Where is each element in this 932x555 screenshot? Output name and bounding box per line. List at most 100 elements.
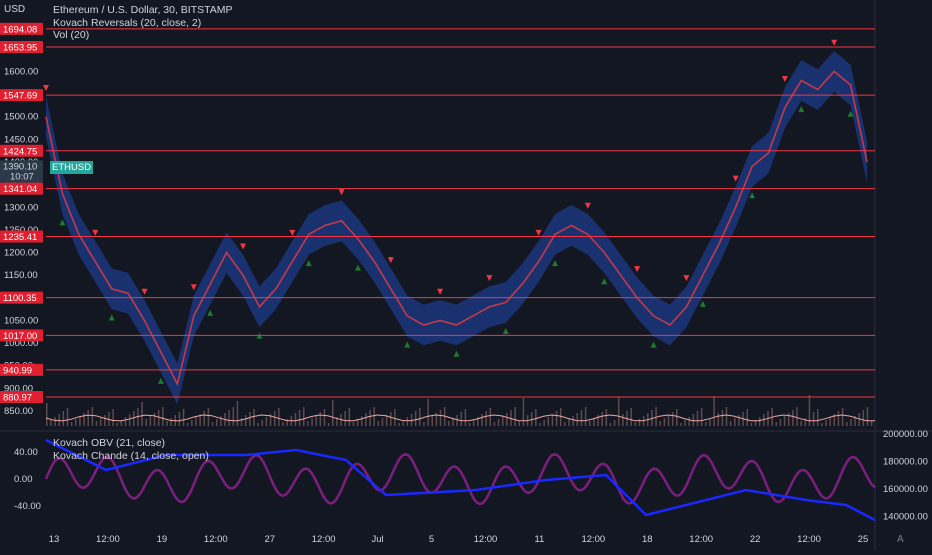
chart-canvas[interactable]: 1600.001550.001500.001450.001400.001350.…: [0, 0, 932, 550]
osc-left-tick: -40.00: [14, 501, 41, 512]
volume-bar: [812, 412, 815, 426]
level-label: 1653.95: [3, 43, 37, 54]
volume-bar: [485, 411, 487, 426]
volume-bar: [850, 419, 852, 426]
indicator-legend-volume[interactable]: Vol (20): [53, 29, 233, 42]
volume-bar: [825, 420, 827, 426]
volume-bar: [373, 407, 375, 426]
volume-bar: [750, 423, 753, 426]
x-tick-label: 13: [49, 534, 60, 545]
volume-bar: [319, 412, 322, 426]
volume-bar: [282, 422, 284, 426]
volume-bar: [302, 407, 305, 426]
volume-bar: [692, 414, 695, 426]
volume-bar: [381, 418, 384, 426]
x-tick-label: 12:00: [689, 534, 713, 545]
volume-bar: [439, 410, 442, 426]
volume-bar: [630, 408, 632, 426]
volume-bar: [377, 421, 380, 426]
volume-bar: [62, 411, 65, 426]
volume-bar: [862, 410, 865, 426]
volume-bar: [580, 410, 583, 426]
tradingview-chart[interactable]: 1600.001550.001500.001450.001400.001350.…: [0, 0, 932, 550]
volume-bar: [555, 411, 558, 426]
volume-bar: [870, 421, 873, 426]
volume-bar: [390, 412, 392, 426]
volume-bar: [87, 410, 89, 426]
volume-bar: [680, 423, 682, 426]
level-label: 940.99: [3, 365, 32, 376]
volume-bar: [220, 416, 222, 426]
volume-bar: [460, 412, 462, 426]
volume-bar: [564, 422, 566, 426]
volume-bar: [489, 408, 492, 426]
countdown-label: 10:07: [10, 171, 34, 182]
volume-bar: [58, 414, 60, 426]
volume-bar: [369, 410, 371, 426]
x-tick-label: 18: [642, 534, 653, 545]
indicator-legend-chande[interactable]: Kovach Chande (14, close, open): [53, 450, 209, 463]
volume-bar: [584, 407, 587, 426]
volume-bar: [448, 421, 450, 426]
volume-bar: [315, 415, 317, 426]
volume-bar: [456, 415, 458, 426]
volume-bar: [133, 411, 135, 426]
x-tick-label: 22: [750, 534, 761, 545]
volume-bar: [327, 423, 330, 426]
volume-bar: [104, 415, 106, 426]
volume-bar: [365, 413, 367, 426]
oscillator-legend: Kovach OBV (21, close) Kovach Chande (14…: [53, 437, 209, 462]
volume-bar: [414, 411, 417, 426]
volume-bar: [613, 420, 616, 426]
currency-label: USD: [4, 4, 26, 15]
volume-bar: [667, 415, 670, 426]
volume-bar: [746, 409, 749, 426]
y-tick-label: 1200.00: [4, 248, 38, 259]
volume-bar: [91, 407, 94, 426]
level-label: 1017.00: [3, 331, 37, 342]
volume-bar: [116, 423, 118, 426]
volume-bar: [352, 422, 355, 426]
volume-bar: [518, 421, 521, 426]
level-label: 1547.69: [3, 91, 37, 102]
volume-bar: [95, 421, 98, 426]
x-tick-label: 12:00: [204, 534, 228, 545]
volume-bar: [273, 411, 276, 426]
volume-bar: [655, 407, 657, 426]
volume-bar: [141, 402, 143, 426]
indicator-legend-obv[interactable]: Kovach OBV (21, close): [53, 437, 209, 450]
autoscale-button[interactable]: A: [897, 534, 904, 545]
volume-bar: [481, 414, 483, 426]
volume-bar: [195, 417, 197, 426]
volume-bar: [816, 409, 819, 426]
y-tick-label: 850.00: [4, 406, 33, 417]
volume-bar: [601, 412, 603, 426]
volume-bar: [419, 408, 421, 426]
volume-bar: [191, 420, 193, 426]
y-tick-label: 1450.00: [4, 134, 38, 145]
y-tick-label: 1150.00: [4, 270, 38, 281]
volume-bar: [634, 422, 637, 426]
level-label: 1424.75: [3, 146, 37, 157]
volume-bar: [344, 411, 346, 426]
x-tick-label: 11: [534, 534, 544, 545]
volume-bar: [236, 401, 239, 426]
indicator-legend-reversals[interactable]: Kovach Reversals (20, close, 2): [53, 17, 233, 30]
y-tick-label: 1500.00: [4, 112, 38, 123]
volume-bar: [572, 416, 574, 426]
volume-bar: [709, 419, 711, 426]
osc-right-tick: 180000.00: [883, 457, 928, 468]
volume-bar: [170, 418, 172, 426]
chart-title[interactable]: Ethereum / U.S. Dollar, 30, BITSTAMP: [53, 4, 233, 17]
volume-bar: [738, 415, 740, 426]
volume-bar: [800, 421, 802, 426]
volume-bar: [659, 421, 661, 426]
x-tick-label: 12:00: [312, 534, 336, 545]
volume-bar: [75, 419, 77, 426]
volume-bar: [543, 420, 545, 426]
volume-bar: [166, 421, 168, 426]
volume-bar: [182, 409, 185, 426]
volume-bar: [609, 423, 612, 426]
volume-bar: [535, 409, 537, 426]
volume-bar: [588, 421, 591, 426]
